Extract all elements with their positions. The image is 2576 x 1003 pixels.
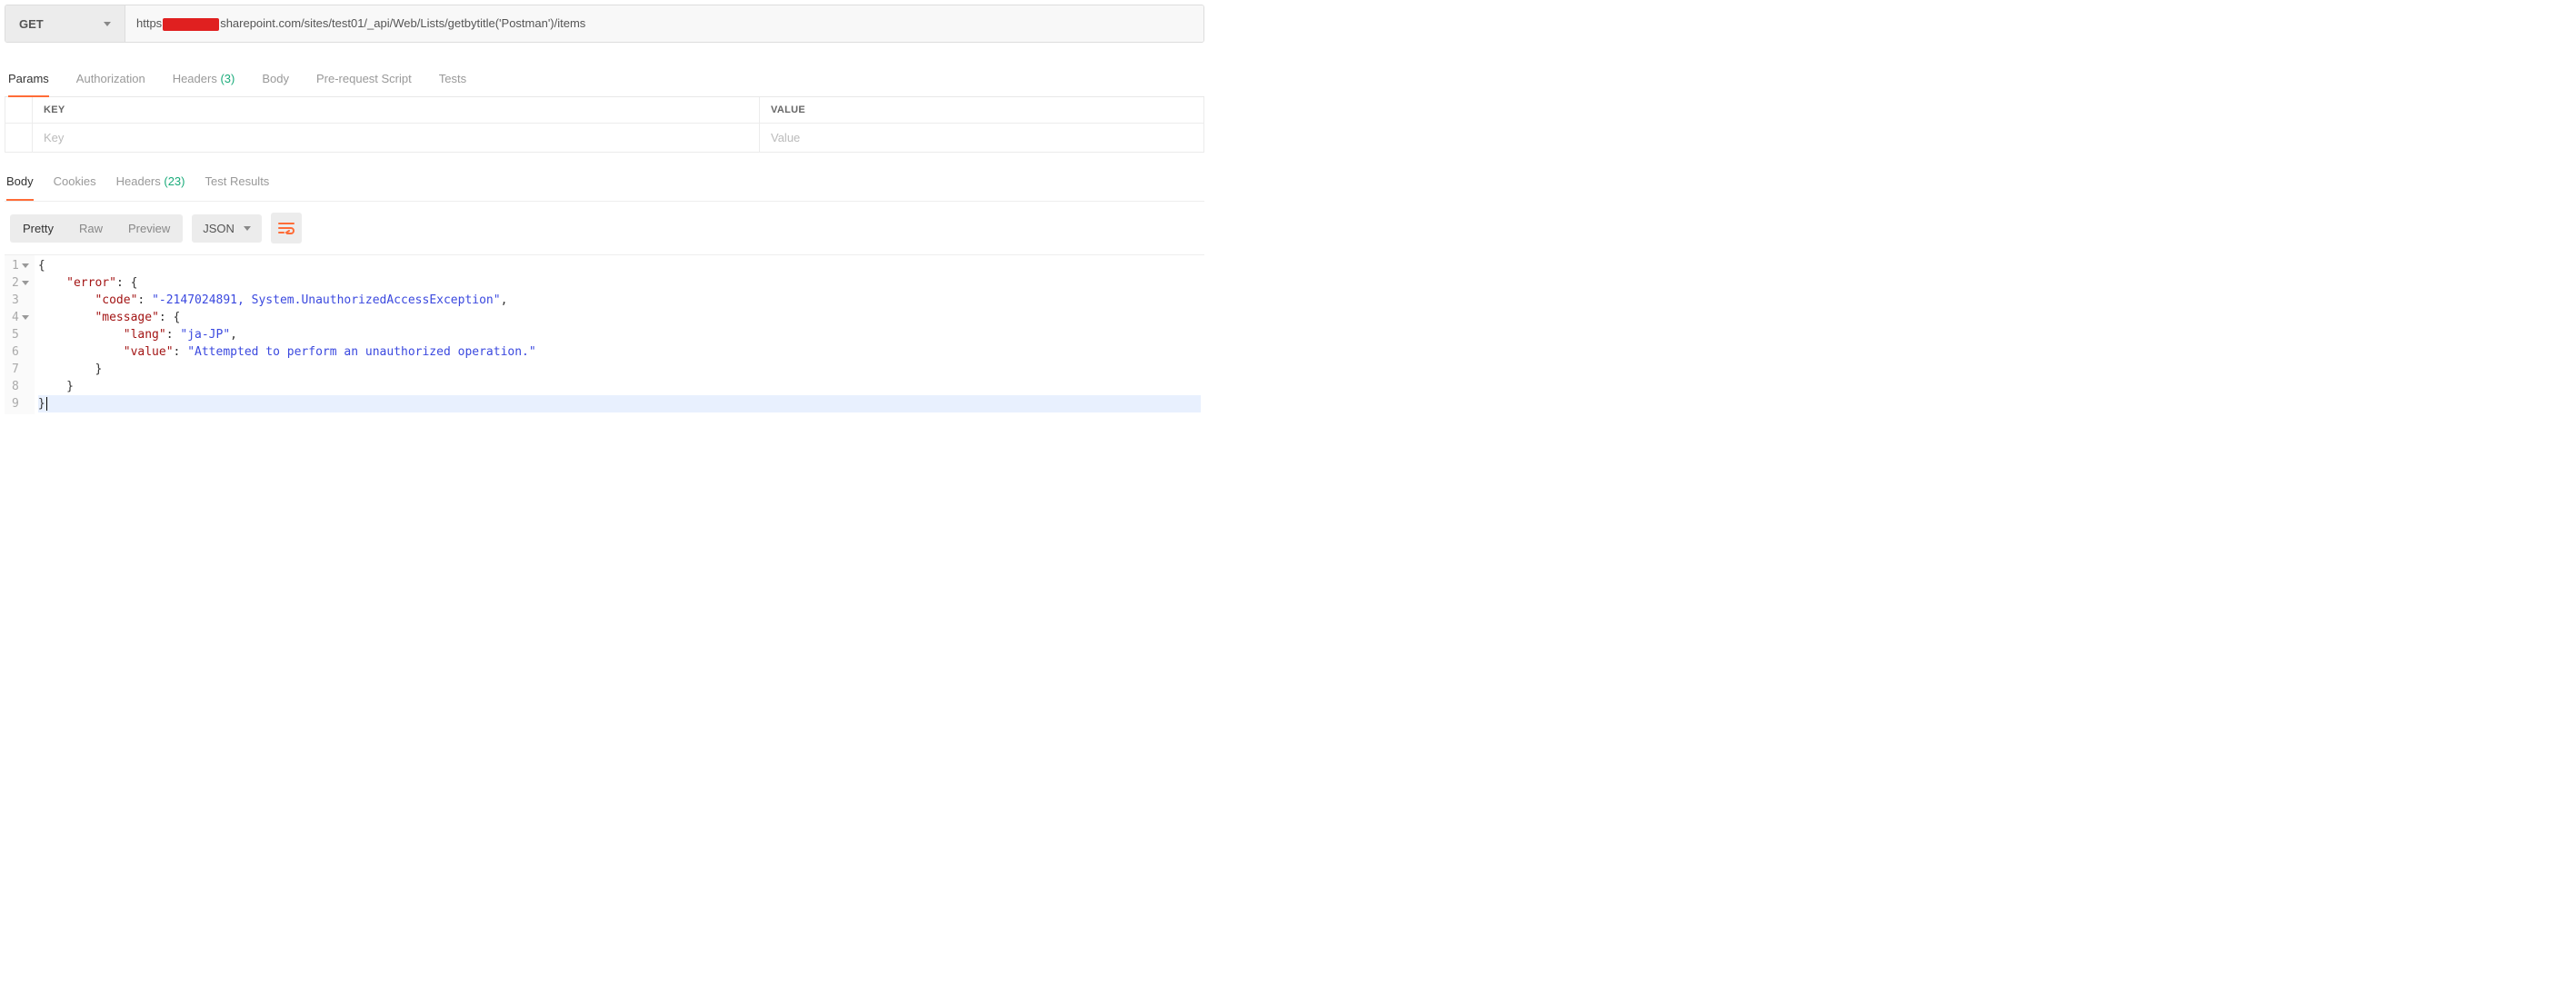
response-body-editor[interactable]: 123456789 { "error": { "code": "-2147024… <box>5 254 1204 414</box>
rtab-test-results[interactable]: Test Results <box>205 171 270 192</box>
code-line: } <box>38 361 1201 378</box>
response-toolbar: Pretty Raw Preview JSON <box>5 202 1204 254</box>
code-line: } <box>38 395 1201 412</box>
code-line: "message": { <box>38 309 1201 326</box>
code-line: "error": { <box>38 274 1201 292</box>
fold-icon[interactable] <box>22 263 29 268</box>
line-number: 5 <box>12 326 33 343</box>
format-select[interactable]: JSON <box>192 214 262 243</box>
table-drag-column <box>5 97 33 123</box>
url-text: httpssharepoint.com/sites/test01/_api/We… <box>136 16 585 31</box>
chevron-down-icon <box>104 22 111 26</box>
line-number: 6 <box>12 343 33 361</box>
view-preview-button[interactable]: Preview <box>115 214 183 243</box>
view-raw-button[interactable]: Raw <box>66 214 115 243</box>
line-number: 3 <box>12 292 33 309</box>
line-number: 2 <box>12 274 33 292</box>
rtab-cookies[interactable]: Cookies <box>54 171 96 192</box>
tab-headers[interactable]: Headers (3) <box>173 63 235 96</box>
line-number: 7 <box>12 361 33 378</box>
fold-icon[interactable] <box>22 315 29 320</box>
rtab-body[interactable]: Body <box>6 171 34 192</box>
wrap-icon <box>278 222 295 234</box>
rtab-headers[interactable]: Headers (23) <box>116 171 185 192</box>
line-number: 9 <box>12 395 33 412</box>
code-line: "lang": "ja-JP", <box>38 326 1201 343</box>
view-mode-group: Pretty Raw Preview <box>10 214 183 243</box>
request-tabs: Params Authorization Headers (3) Body Pr… <box>5 63 1204 97</box>
http-method-value: GET <box>19 17 44 31</box>
code-line: } <box>38 378 1201 395</box>
table-header-value: VALUE <box>760 97 1203 123</box>
tab-params[interactable]: Params <box>8 63 49 96</box>
table-header-key: KEY <box>33 97 760 123</box>
line-number: 4 <box>12 309 33 326</box>
code-line: "value": "Attempted to perform an unauth… <box>38 343 1201 361</box>
response-tabs: Body Cookies Headers (23) Test Results <box>5 171 1204 202</box>
line-number: 1 <box>12 257 33 274</box>
code-line: { <box>38 257 1201 274</box>
tab-tests[interactable]: Tests <box>439 63 466 96</box>
redacted-segment <box>163 18 219 31</box>
fold-icon[interactable] <box>22 281 29 285</box>
param-key-input[interactable] <box>44 131 748 144</box>
wrap-lines-button[interactable] <box>271 213 302 243</box>
request-bar: GET httpssharepoint.com/sites/test01/_ap… <box>5 5 1204 43</box>
params-table: KEY VALUE <box>5 97 1204 153</box>
line-number: 8 <box>12 378 33 395</box>
param-value-input[interactable] <box>771 131 1193 144</box>
tab-authorization[interactable]: Authorization <box>76 63 145 96</box>
code-line: "code": "-2147024891, System.Unauthorize… <box>38 292 1201 309</box>
view-pretty-button[interactable]: Pretty <box>10 214 66 243</box>
table-row <box>5 124 1203 152</box>
tab-prerequest[interactable]: Pre-request Script <box>316 63 412 96</box>
chevron-down-icon <box>244 226 251 231</box>
tab-body[interactable]: Body <box>262 63 289 96</box>
url-input[interactable]: httpssharepoint.com/sites/test01/_api/We… <box>125 5 1203 42</box>
http-method-select[interactable]: GET <box>5 5 125 42</box>
